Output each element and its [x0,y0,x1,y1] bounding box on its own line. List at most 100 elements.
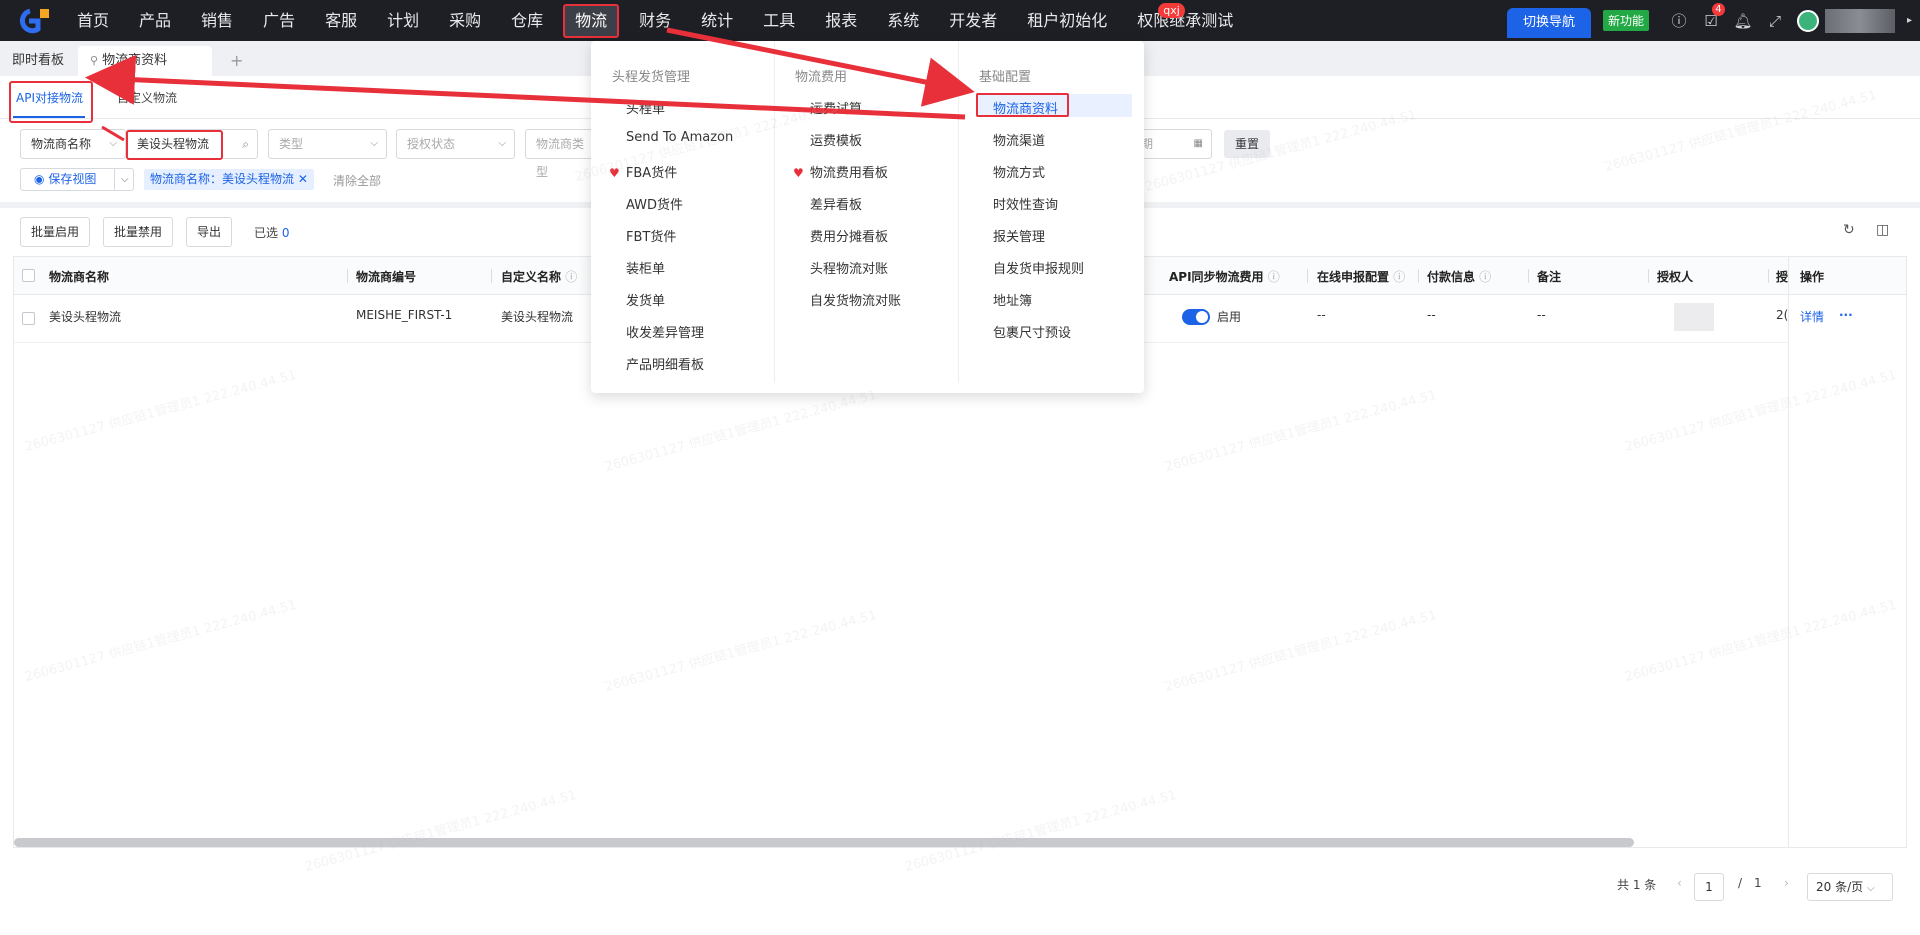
batch-disable-button[interactable]: 批量禁用 [103,217,174,247]
more-icon[interactable]: ··· [1839,308,1853,322]
th-online-declare[interactable]: 在线申报配置 ⓘ [1317,268,1405,285]
menu-plan[interactable]: 计划 [372,0,434,41]
dd-item-alloc-board[interactable]: 费用分摊看板 [810,226,888,245]
export-button[interactable]: 导出 [186,217,233,247]
help-icon[interactable]: ⓘ [1393,270,1405,284]
search-icon[interactable]: ⌕ [242,130,249,158]
favorite-icon[interactable]: ♥ [609,166,620,180]
column-divider[interactable] [491,269,492,283]
page-size-select[interactable]: 20 条/页 ⌵ [1807,873,1893,901]
menu-service[interactable]: 客服 [310,0,372,41]
dd-item-customs[interactable]: 报关管理 [993,226,1045,245]
clear-all-link[interactable]: 清除全部 [333,172,381,189]
chevron-right-icon[interactable]: ▸ [1907,15,1912,26]
dd-item-diff-manage[interactable]: 收发差异管理 [626,322,704,341]
next-page-icon[interactable]: › [1784,876,1789,890]
tab-dashboard[interactable]: 即时看板 [0,46,76,76]
dd-item-fbt[interactable]: FBT货件 [626,226,676,245]
type-select[interactable]: 类型 ⌵ [268,129,387,159]
column-divider[interactable] [1307,269,1308,283]
page-input[interactable]: 1 [1694,873,1724,901]
menu-developer[interactable]: 开发者 [934,0,1012,41]
dd-item-send-to-amazon[interactable]: Send To Amazon [626,130,733,145]
menu-warehouse[interactable]: 仓库 [496,0,558,41]
dd-item-declare-rules[interactable]: 自发货申报规则 [993,258,1084,277]
dd-item-container[interactable]: 装柜单 [626,258,665,277]
batch-enable-button[interactable]: 批量启用 [20,217,91,247]
menu-stats[interactable]: 统计 [686,0,748,41]
th-name[interactable]: 物流商名称 [49,268,109,285]
menu-ads[interactable]: 广告 [248,0,310,41]
auth-status-select[interactable]: 授权状态 ⌵ [396,129,515,159]
menu-system[interactable]: 系统 [872,0,934,41]
pin-icon[interactable]: ⚲ [90,54,98,67]
name-field-select[interactable]: 物流商名称 ⌵ [20,129,126,159]
dd-item-freight-template[interactable]: 运费模板 [810,130,862,149]
subtab-custom[interactable]: 自定义物流 [117,89,177,106]
dd-item-product-board[interactable]: 产品明细看板 [626,354,704,373]
th-code[interactable]: 物流商编号 [356,268,416,285]
api-sync-toggle[interactable] [1182,309,1210,325]
help-icon[interactable]: ⓘ [1268,270,1280,284]
favorite-icon[interactable]: ♥ [793,166,804,180]
app-logo[interactable] [0,0,62,41]
horizontal-scrollbar[interactable] [14,838,1634,847]
row-checkbox[interactable] [22,312,35,325]
refresh-icon[interactable]: ↻ [1843,222,1855,238]
columns-icon[interactable]: ◫ [1876,222,1889,238]
dd-item-fba[interactable]: ♥ FBA货件 [609,162,677,181]
chevron-down-icon[interactable]: ⌵ [121,169,129,190]
dd-item-firstleg-recon[interactable]: 头程物流对账 [810,258,888,277]
switch-nav-button[interactable]: 切换导航 [1506,7,1591,38]
bell-icon[interactable]: 🔔︎ [1727,12,1759,30]
category-select[interactable]: 物流商类型 [525,129,595,179]
menu-finance[interactable]: 财务 [624,0,686,41]
reset-button[interactable]: 重置 [1224,130,1270,158]
save-view-button[interactable]: ◉ 保存视图 ⌵ [20,168,134,191]
menu-reports[interactable]: 报表 [810,0,872,41]
th-payment[interactable]: 付款信息 ⓘ [1427,268,1491,285]
th-custom-name[interactable]: 自定义名称 ⓘ [501,268,577,285]
detail-link[interactable]: 详情 [1800,308,1824,325]
menu-home[interactable]: 首页 [62,0,124,41]
dd-item-address-book[interactable]: 地址簿 [993,290,1032,309]
column-divider[interactable] [1418,269,1419,283]
dd-item-package-size[interactable]: 包裹尺寸预设 [993,322,1071,341]
help-icon[interactable]: ⓘ [565,270,577,284]
new-feature-badge[interactable]: 新功能 [1602,10,1649,31]
column-divider[interactable] [1648,269,1649,283]
dd-item-fee-board[interactable]: ♥ 物流费用看板 [793,162,888,181]
help-icon[interactable]: ⓘ [1479,270,1491,284]
avatar[interactable] [1796,9,1819,32]
dd-item-firstleg-order[interactable]: 头程单 [626,98,665,117]
help-icon[interactable]: ⓘ [1663,10,1695,31]
th-authorizer[interactable]: 授权人 [1657,268,1693,285]
task-icon[interactable]: ☑ 4 [1695,2,1727,30]
dd-item-diff-board[interactable]: 差异看板 [810,194,862,213]
dd-item-selfship-recon[interactable]: 自发货物流对账 [810,290,901,309]
close-icon[interactable]: ✕ [298,172,308,186]
prev-page-icon[interactable]: ‹ [1677,876,1682,890]
column-divider[interactable] [1528,269,1529,283]
menu-permission-test[interactable]: 权限继承测试 qxj [1122,0,1248,41]
menu-purchase[interactable]: 采购 [434,0,496,41]
column-divider[interactable] [1768,269,1769,283]
add-tab-button[interactable]: + [212,46,261,76]
dd-item-shipment[interactable]: 发货单 [626,290,665,309]
dd-item-channel[interactable]: 物流渠道 [993,130,1045,149]
dd-item-timeliness[interactable]: 时效性查询 [993,194,1058,213]
column-divider[interactable] [347,269,348,283]
dd-item-freight-calc[interactable]: 运费试算 [810,98,862,117]
menu-tenant-init[interactable]: 租户初始化 [1012,0,1122,41]
fullscreen-icon[interactable]: ⤢ [1759,12,1791,30]
menu-tools[interactable]: 工具 [748,0,810,41]
select-all-checkbox[interactable] [22,269,35,282]
menu-logistics[interactable]: 物流 [558,0,624,41]
th-remark[interactable]: 备注 [1537,268,1561,285]
th-api-sync[interactable]: API同步物流费用 ⓘ [1169,268,1280,285]
tab-logistics-provider[interactable]: ⚲ 物流商资料 [78,46,213,76]
dd-item-method[interactable]: 物流方式 [993,162,1045,181]
th-last[interactable]: 授 [1776,268,1788,285]
menu-product[interactable]: 产品 [124,0,186,41]
menu-sales[interactable]: 销售 [186,0,248,41]
